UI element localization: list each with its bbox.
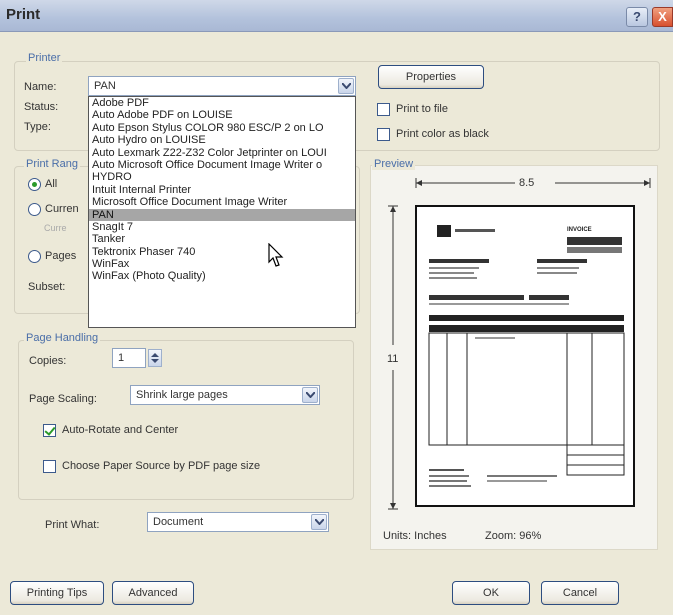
list-item[interactable]: Auto Epson Stylus COLOR 980 ESC/P 2 on L…: [89, 122, 355, 134]
chevron-down-icon[interactable]: [338, 78, 354, 94]
range-pages-label: Pages: [45, 250, 77, 262]
height-value: 11: [387, 353, 399, 365]
ok-button[interactable]: OK: [452, 581, 530, 605]
print-dialog: Print ? X Printer Name: PAN Status: Type…: [0, 0, 673, 615]
name-label: Name:: [24, 81, 57, 93]
status-label: Status:: [24, 101, 59, 113]
choose-paper-source-checkbox[interactable]: [43, 460, 56, 473]
range-all-label: All: [45, 178, 58, 190]
list-item[interactable]: WinFax: [89, 258, 355, 270]
printer-dropdown-list[interactable]: Adobe PDF Auto Adobe PDF on LOUISE Auto …: [88, 96, 356, 328]
type-label: Type:: [24, 121, 51, 133]
copies-input[interactable]: 1: [112, 348, 146, 368]
list-item[interactable]: HYDRO: [89, 171, 355, 183]
page-scaling-value: Shrink large pages: [136, 389, 228, 401]
copies-label: Copies:: [29, 355, 67, 367]
units-label: Units: Inches: [383, 530, 447, 542]
print-what-select[interactable]: Document: [147, 512, 329, 532]
list-item[interactable]: SnagIt 7: [89, 221, 355, 233]
print-color-as-black-checkbox[interactable]: [377, 128, 390, 141]
list-item[interactable]: Tanker: [89, 233, 355, 245]
help-icon[interactable]: ?: [626, 7, 648, 27]
range-pages-radio[interactable]: [28, 250, 41, 263]
auto-rotate-checkbox[interactable]: [43, 424, 56, 437]
list-item[interactable]: Adobe PDF: [89, 97, 355, 109]
range-current-label: Curren: [45, 203, 79, 215]
properties-button[interactable]: Properties: [378, 65, 484, 89]
print-to-file-label: Print to file: [396, 103, 448, 115]
auto-rotate-label: Auto-Rotate and Center: [62, 424, 179, 436]
invoice-thumbnail: [428, 225, 625, 487]
list-item[interactable]: WinFax (Photo Quality): [89, 270, 355, 282]
list-item[interactable]: Auto Microsoft Office Document Image Wri…: [89, 159, 355, 171]
advanced-button[interactable]: Advanced: [112, 581, 194, 605]
range-all-radio[interactable]: [28, 178, 41, 191]
list-item[interactable]: Microsoft Office Document Image Writer: [89, 196, 355, 208]
zoom-label: Zoom: 96%: [485, 530, 542, 542]
window-title: Print: [6, 6, 41, 23]
page-preview: INVOICE: [415, 205, 635, 507]
print-range-label: Print Rang: [24, 158, 80, 170]
list-item[interactable]: Auto Lexmark Z22-Z32 Color Jetprinter on…: [89, 147, 355, 159]
copies-value: 1: [118, 352, 125, 364]
print-what-value: Document: [153, 516, 204, 528]
title-bar[interactable]: Print ? X: [0, 0, 673, 32]
list-item[interactable]: Intuit Internal Printer: [89, 184, 355, 196]
list-item-selected[interactable]: PAN: [89, 208, 355, 221]
printer-name-value: PAN: [94, 80, 116, 92]
cancel-button[interactable]: Cancel: [541, 581, 619, 605]
page-scaling-select[interactable]: Shrink large pages: [130, 385, 320, 405]
range-current-radio[interactable]: [28, 203, 41, 216]
range-current-sub-label: Curre: [44, 223, 67, 233]
print-color-as-black-label: Print color as black: [396, 128, 489, 140]
list-item[interactable]: Auto Adobe PDF on LOUISE: [89, 109, 355, 121]
choose-paper-source-label: Choose Paper Source by PDF page size: [62, 460, 261, 472]
mouse-pointer-icon: [268, 243, 284, 267]
printer-name-select[interactable]: PAN: [88, 76, 356, 96]
page-handling-label: Page Handling: [24, 332, 101, 344]
printer-group-label: Printer: [26, 52, 63, 64]
chevron-down-icon[interactable]: [302, 387, 318, 403]
printing-tips-button[interactable]: Printing Tips: [10, 581, 104, 605]
invoice-title: INVOICE: [567, 227, 592, 233]
print-what-label: Print What:: [45, 519, 100, 531]
print-to-file-checkbox[interactable]: [377, 103, 390, 116]
width-value: 8.5: [519, 177, 535, 189]
page-handling-group: [18, 340, 354, 500]
copies-stepper[interactable]: [148, 349, 162, 367]
list-item[interactable]: Tektronix Phaser 740: [89, 246, 355, 258]
chevron-down-icon[interactable]: [311, 514, 327, 530]
preview-label: Preview: [372, 158, 416, 170]
page-scaling-label: Page Scaling:: [29, 393, 97, 405]
close-icon[interactable]: X: [652, 7, 673, 27]
subset-label: Subset:: [28, 281, 66, 293]
list-item[interactable]: Auto Hydro on LOUISE: [89, 134, 355, 146]
